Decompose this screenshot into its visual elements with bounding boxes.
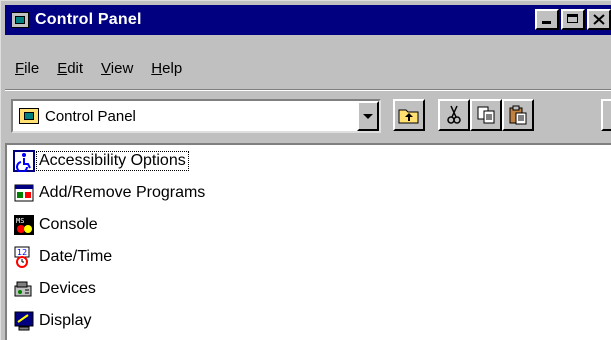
items-list: Accessibility Options Add/Remove Program… — [5, 143, 611, 340]
control-panel-window: Control Panel File Edit View Help Contro… — [0, 0, 611, 340]
control-panel-folder-icon — [19, 108, 39, 124]
window-title: Control Panel — [35, 11, 142, 28]
maximize-button[interactable] — [561, 9, 585, 30]
menu-edit[interactable]: Edit — [48, 60, 92, 77]
address-combobox[interactable]: Control Panel — [11, 99, 381, 133]
add-remove-programs-icon — [14, 184, 34, 202]
menu-bar: File Edit View Help — [5, 57, 191, 79]
control-panel-icon[interactable] — [11, 12, 29, 28]
more-toolbar-button[interactable] — [601, 99, 611, 131]
menu-separator — [5, 89, 611, 91]
devices-icon — [14, 281, 32, 297]
list-item-add-remove-programs[interactable]: Add/Remove Programs — [13, 179, 207, 207]
svg-text:MS: MS — [16, 217, 24, 225]
up-one-level-button[interactable] — [393, 99, 425, 131]
minimize-button[interactable] — [535, 9, 559, 30]
close-icon — [593, 14, 605, 25]
menu-file[interactable]: File — [5, 60, 48, 77]
paste-button[interactable] — [502, 99, 534, 131]
up-folder-icon — [398, 109, 419, 124]
list-item-date-time[interactable]: 12 Date/Time — [13, 243, 114, 271]
date-time-icon: 12 — [14, 246, 30, 268]
title-bar[interactable]: Control Panel — [5, 5, 611, 35]
list-item-devices[interactable]: Devices — [13, 275, 98, 303]
paste-icon — [509, 105, 527, 125]
list-item-display[interactable]: Display — [13, 307, 93, 335]
caption-buttons — [533, 9, 611, 30]
copy-button[interactable] — [470, 99, 502, 131]
menu-help[interactable]: Help — [142, 60, 191, 77]
console-icon: MS — [14, 215, 34, 235]
cut-button[interactable] — [438, 99, 470, 131]
menu-view[interactable]: View — [92, 60, 142, 77]
accessibility-icon — [13, 150, 35, 172]
svg-text:12: 12 — [17, 248, 27, 257]
copy-icon — [477, 106, 495, 124]
scissors-icon — [447, 105, 461, 124]
address-dropdown-button[interactable] — [357, 101, 379, 131]
close-button[interactable] — [587, 9, 611, 30]
list-item-console[interactable]: MS Console — [13, 211, 100, 239]
address-value: Control Panel — [45, 107, 136, 125]
list-item-accessibility-options[interactable]: Accessibility Options — [13, 147, 189, 175]
display-icon — [14, 311, 34, 331]
